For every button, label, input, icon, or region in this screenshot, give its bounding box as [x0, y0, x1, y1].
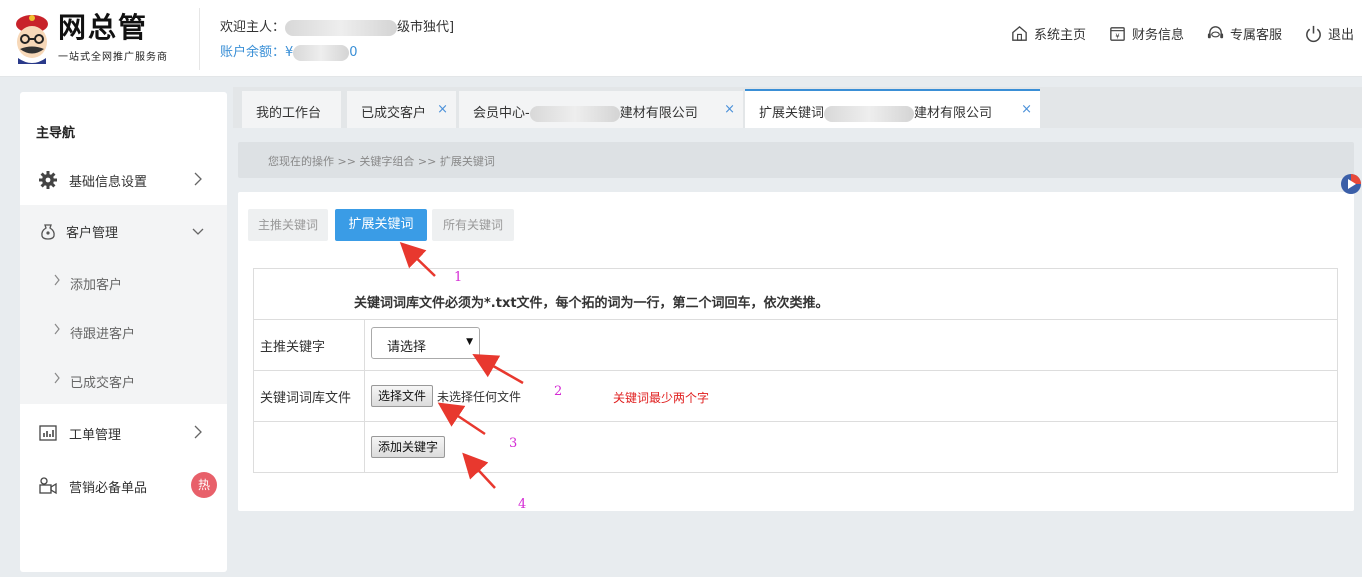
close-icon[interactable]: × [437, 102, 448, 117]
account-balance: 账户余额：¥ 0 [220, 41, 358, 61]
chevron-right-icon [194, 425, 202, 439]
sidebar-item-label: 客户管理 [66, 226, 119, 241]
keyword-panel: 主推关键词 扩展关键词 所有关键词 关键词词库文件必须为*.txt文件，每个拓的… [238, 192, 1354, 511]
system-home-link[interactable]: 系统主页 [1010, 24, 1086, 43]
main-keyword-select[interactable]: 请选择 ▼ [371, 327, 480, 359]
logout-label: 退出 [1327, 28, 1354, 43]
keyword-file-label: 关键词词库文件 [253, 370, 365, 422]
main-keyword-label: 主推关键字 [253, 319, 365, 371]
power-icon [1306, 25, 1321, 43]
header-divider [199, 8, 200, 70]
submenu-add-customer[interactable]: 添加客户 [20, 258, 227, 307]
hot-badge: 热 [191, 472, 217, 498]
tab-label-prefix: 扩展关键词 [759, 106, 825, 121]
sidebar-item-label: 基础信息设置 [69, 175, 148, 190]
dropdown-arrow-icon: ▼ [466, 337, 473, 347]
submenu-label: 待跟进客户 [70, 327, 136, 342]
submenu-label: 添加客户 [70, 278, 123, 293]
close-icon[interactable]: × [1021, 102, 1032, 117]
chart-icon [39, 425, 57, 441]
tab-member-center[interactable]: 会员中心- 建材有限公司 × [459, 89, 743, 128]
file-status: 未选择任何文件 [437, 389, 522, 404]
min-length-hint: 关键词最少两个字 [613, 391, 710, 405]
subtab-extend-keywords[interactable]: 扩展关键词 [335, 209, 427, 241]
mascot-icon [16, 15, 48, 64]
home-icon [1012, 25, 1027, 41]
tab-label: 已成交客户 [361, 106, 427, 121]
floating-play-icon[interactable] [1340, 173, 1362, 195]
select-value: 请选择 [387, 340, 427, 355]
redacted-balance [293, 44, 350, 61]
logo[interactable]: 网总管 一站式全网推广服务商 [10, 10, 200, 68]
file-format-notice: 关键词词库文件必须为*.txt文件，每个拓的词为一行，第二个词回车，依次类推。 [253, 268, 1338, 320]
tab-closed-customers[interactable]: 已成交客户 × [347, 89, 456, 128]
subtab-main-keywords[interactable]: 主推关键词 [248, 209, 328, 241]
redacted-company [529, 105, 620, 122]
welcome-suffix: 级市独代] [397, 20, 455, 35]
customer-submenu: 添加客户 待跟进客户 已成交客户 [20, 257, 227, 404]
annotation-number-3: 3 [509, 436, 518, 451]
sidebar-item-label: 工单管理 [69, 428, 122, 443]
submenu-pending-customers[interactable]: 待跟进客户 [20, 307, 227, 356]
headset-icon [1207, 26, 1224, 39]
svg-text:¥: ¥ [1115, 32, 1119, 40]
header-links: 系统主页 ¥ 财务信息 专属客服 退出 [1010, 24, 1354, 43]
sidebar-item-label: 营销必备单品 [69, 481, 148, 496]
keyword-form: 关键词词库文件必须为*.txt文件，每个拓的词为一行，第二个词回车，依次类推。 … [253, 268, 1338, 473]
logo-subtitle: 一站式全网推广服务商 [58, 52, 168, 63]
tab-workbench[interactable]: 我的工作台 [242, 89, 341, 128]
submenu-label: 已成交客户 [70, 376, 136, 391]
top-header: 网总管 一站式全网推广服务商 欢迎主人： 级市独代] 账户余额：¥ 0 系统主页 ¥… [0, 0, 1362, 77]
gear-icon [39, 171, 57, 189]
keyword-file-cell: 选择文件 未选择任何文件 关键词最少两个字 [364, 370, 1338, 422]
user-bag-icon [41, 224, 55, 240]
main-keyword-cell: 请选择 ▼ [364, 319, 1338, 371]
finance-icon: ¥ [1110, 27, 1125, 41]
customer-service-link[interactable]: 专属客服 [1206, 24, 1282, 43]
annotation-number-1: 1 [454, 270, 463, 285]
chevron-right-icon [54, 274, 60, 286]
submenu-closed-customers[interactable]: 已成交客户 [20, 356, 227, 405]
tab-label-prefix: 会员中心- [473, 106, 530, 121]
chevron-right-icon [194, 172, 202, 186]
logo-title: 网总管 [58, 11, 149, 44]
customer-service-label: 专属客服 [1229, 28, 1282, 43]
system-home-label: 系统主页 [1033, 28, 1086, 43]
sidebar-item-basic-settings[interactable]: 基础信息设置 [20, 155, 227, 205]
annotation-number-4: 4 [518, 497, 527, 512]
empty-label-cell [253, 421, 365, 473]
breadcrumb-text: 您现在的操作 >> 关键字组合 >> 扩展关键词 [268, 155, 495, 168]
finance-info-label: 财务信息 [1131, 28, 1184, 43]
subtab-all-keywords[interactable]: 所有关键词 [432, 209, 514, 241]
annotation-number-2: 2 [554, 384, 563, 399]
sidebar-item-customer-management[interactable]: 客户管理 [20, 205, 227, 257]
tab-label: 会员中心- 建材有限公司 [473, 102, 698, 122]
chevron-right-icon [54, 323, 60, 335]
tab-label: 我的工作台 [256, 106, 322, 121]
chevron-down-icon [192, 228, 204, 235]
welcome-text: 欢迎主人： 级市独代] [220, 16, 454, 36]
redacted-username [285, 19, 398, 36]
tab-label: 扩展关键词 建材有限公司 [759, 102, 992, 122]
logout-link[interactable]: 退出 [1304, 24, 1354, 43]
sidebar-item-work-orders[interactable]: 工单管理 [20, 408, 227, 458]
tab-extend-keywords[interactable]: 扩展关键词 建材有限公司 × [745, 89, 1040, 128]
sidebar-title: 主导航 [36, 126, 76, 141]
choose-file-button[interactable]: 选择文件 [371, 385, 434, 407]
redacted-company [824, 105, 915, 122]
balance-suffix: 0 [349, 45, 358, 60]
camera-icon [39, 477, 57, 495]
tab-label-suffix: 建材有限公司 [619, 106, 698, 121]
add-keyword-button[interactable]: 添加关键字 [371, 436, 446, 458]
balance-prefix: 账户余额：¥ [220, 45, 294, 60]
tab-label-suffix: 建材有限公司 [914, 106, 993, 121]
close-icon[interactable]: × [724, 102, 735, 117]
finance-info-link[interactable]: ¥ 财务信息 [1108, 24, 1184, 43]
breadcrumb: 您现在的操作 >> 关键字组合 >> 扩展关键词 [238, 142, 1354, 178]
sidebar-item-marketing-products[interactable]: 营销必备单品 热 [20, 461, 227, 511]
main-sidebar: 主导航 基础信息设置 客户管理 添加客户 待跟进客户 已成交客户 工单管理 营销… [20, 92, 227, 572]
welcome-prefix: 欢迎主人： [220, 20, 286, 35]
page-tab-bar: 我的工作台 已成交客户 × 会员中心- 建材有限公司 × 扩展关键词 建材有限公司 … [233, 87, 1362, 128]
chevron-right-icon [54, 372, 60, 384]
